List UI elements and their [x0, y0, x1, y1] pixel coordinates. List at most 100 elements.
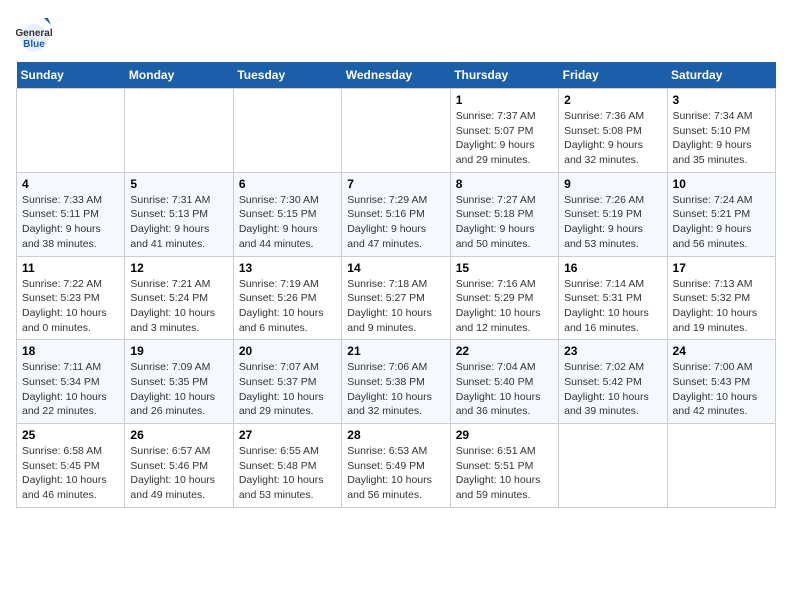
calendar-cell: 1 Sunrise: 7:37 AM Sunset: 5:07 PM Daylig…: [450, 89, 558, 173]
calendar-cell: 14Sunrise: 7:18 AM Sunset: 5:27 PM Dayli…: [342, 256, 450, 340]
day-number: 15: [456, 261, 553, 275]
day-info: Sunrise: 7:19 AM Sunset: 5:26 PM Dayligh…: [239, 277, 336, 336]
day-info: Sunrise: 7:36 AM Sunset: 5:08 PM Dayligh…: [564, 109, 661, 168]
day-info: Sunrise: 7:07 AM Sunset: 5:37 PM Dayligh…: [239, 360, 336, 419]
calendar-cell: 7 Sunrise: 7:29 AM Sunset: 5:16 PM Daylig…: [342, 172, 450, 256]
calendar-cell: [667, 424, 775, 508]
day-number: 24: [673, 344, 770, 358]
day-info: Sunrise: 6:57 AM Sunset: 5:46 PM Dayligh…: [130, 444, 227, 503]
calendar-cell: 21Sunrise: 7:06 AM Sunset: 5:38 PM Dayli…: [342, 340, 450, 424]
calendar-cell: 22 Sunrise: 7:04 AM Sunset: 5:40 PM Dayli…: [450, 340, 558, 424]
day-number: 5: [130, 177, 227, 191]
day-number: 18: [22, 344, 119, 358]
day-number: 23: [564, 344, 661, 358]
day-number: 19: [130, 344, 227, 358]
calendar-cell: 18 Sunrise: 7:11 AM Sunset: 5:34 PM Dayli…: [17, 340, 125, 424]
col-header-wednesday: Wednesday: [342, 62, 450, 89]
calendar-cell: 23 Sunrise: 7:02 AM Sunset: 5:42 PM Dayli…: [559, 340, 667, 424]
day-info: Sunrise: 7:14 AM Sunset: 5:31 PM Dayligh…: [564, 277, 661, 336]
calendar-cell: 2 Sunrise: 7:36 AM Sunset: 5:08 PM Daylig…: [559, 89, 667, 173]
calendar-cell: 27Sunrise: 6:55 AM Sunset: 5:48 PM Dayli…: [233, 424, 341, 508]
day-number: 25: [22, 428, 119, 442]
day-number: 2: [564, 93, 661, 107]
day-number: 28: [347, 428, 444, 442]
day-info: Sunrise: 7:31 AM Sunset: 5:13 PM Dayligh…: [130, 193, 227, 252]
day-number: 8: [456, 177, 553, 191]
col-header-friday: Friday: [559, 62, 667, 89]
calendar-cell: 13 Sunrise: 7:19 AM Sunset: 5:26 PM Dayli…: [233, 256, 341, 340]
calendar-week-2: 4 Sunrise: 7:33 AM Sunset: 5:11 PM Daylig…: [17, 172, 776, 256]
day-number: 29: [456, 428, 553, 442]
day-info: Sunrise: 7:27 AM Sunset: 5:18 PM Dayligh…: [456, 193, 553, 252]
day-number: 11: [22, 261, 119, 275]
day-number: 22: [456, 344, 553, 358]
day-info: Sunrise: 7:09 AM Sunset: 5:35 PM Dayligh…: [130, 360, 227, 419]
calendar-cell: 15Sunrise: 7:16 AM Sunset: 5:29 PM Dayli…: [450, 256, 558, 340]
day-info: Sunrise: 7:00 AM Sunset: 5:43 PM Dayligh…: [673, 360, 770, 419]
day-info: Sunrise: 7:24 AM Sunset: 5:21 PM Dayligh…: [673, 193, 770, 252]
calendar-cell: 3 Sunrise: 7:34 AM Sunset: 5:10 PM Daylig…: [667, 89, 775, 173]
day-info: Sunrise: 7:37 AM Sunset: 5:07 PM Dayligh…: [456, 109, 553, 168]
calendar-cell: 6 Sunrise: 7:30 AM Sunset: 5:15 PM Daylig…: [233, 172, 341, 256]
col-header-saturday: Saturday: [667, 62, 775, 89]
day-info: Sunrise: 7:04 AM Sunset: 5:40 PM Dayligh…: [456, 360, 553, 419]
calendar-cell: [342, 89, 450, 173]
day-info: Sunrise: 6:53 AM Sunset: 5:49 PM Dayligh…: [347, 444, 444, 503]
day-number: 26: [130, 428, 227, 442]
day-info: Sunrise: 7:22 AM Sunset: 5:23 PM Dayligh…: [22, 277, 119, 336]
day-info: Sunrise: 7:02 AM Sunset: 5:42 PM Dayligh…: [564, 360, 661, 419]
calendar-cell: 4 Sunrise: 7:33 AM Sunset: 5:11 PM Daylig…: [17, 172, 125, 256]
calendar-cell: 16 Sunrise: 7:14 AM Sunset: 5:31 PM Dayli…: [559, 256, 667, 340]
day-info: Sunrise: 7:26 AM Sunset: 5:19 PM Dayligh…: [564, 193, 661, 252]
day-number: 6: [239, 177, 336, 191]
day-number: 10: [673, 177, 770, 191]
logo-container: General Blue: [16, 16, 52, 52]
col-header-thursday: Thursday: [450, 62, 558, 89]
calendar-week-5: 25 Sunrise: 6:58 AM Sunset: 5:45 PM Dayli…: [17, 424, 776, 508]
day-info: Sunrise: 7:06 AM Sunset: 5:38 PM Dayligh…: [347, 360, 444, 419]
calendar-cell: 10 Sunrise: 7:24 AM Sunset: 5:21 PM Dayli…: [667, 172, 775, 256]
calendar-cell: 8 Sunrise: 7:27 AM Sunset: 5:18 PM Daylig…: [450, 172, 558, 256]
calendar-cell: 26 Sunrise: 6:57 AM Sunset: 5:46 PM Dayli…: [125, 424, 233, 508]
day-number: 16: [564, 261, 661, 275]
day-number: 3: [673, 93, 770, 107]
day-number: 20: [239, 344, 336, 358]
day-info: Sunrise: 6:55 AM Sunset: 5:48 PM Dayligh…: [239, 444, 336, 503]
svg-text:General: General: [16, 28, 52, 39]
calendar-cell: 25 Sunrise: 6:58 AM Sunset: 5:45 PM Dayli…: [17, 424, 125, 508]
calendar-header-row: SundayMondayTuesdayWednesdayThursdayFrid…: [17, 62, 776, 89]
col-header-monday: Monday: [125, 62, 233, 89]
calendar-cell: [125, 89, 233, 173]
day-number: 9: [564, 177, 661, 191]
day-number: 13: [239, 261, 336, 275]
day-number: 12: [130, 261, 227, 275]
day-info: Sunrise: 6:58 AM Sunset: 5:45 PM Dayligh…: [22, 444, 119, 503]
day-number: 7: [347, 177, 444, 191]
calendar-cell: 9 Sunrise: 7:26 AM Sunset: 5:19 PM Daylig…: [559, 172, 667, 256]
calendar-cell: [17, 89, 125, 173]
calendar-cell: 5 Sunrise: 7:31 AM Sunset: 5:13 PM Daylig…: [125, 172, 233, 256]
svg-text:Blue: Blue: [23, 39, 45, 50]
calendar-cell: [559, 424, 667, 508]
day-number: 4: [22, 177, 119, 191]
calendar-cell: 12 Sunrise: 7:21 AM Sunset: 5:24 PM Dayli…: [125, 256, 233, 340]
day-info: Sunrise: 7:18 AM Sunset: 5:27 PM Dayligh…: [347, 277, 444, 336]
calendar-cell: 17Sunrise: 7:13 AM Sunset: 5:32 PM Dayli…: [667, 256, 775, 340]
day-info: Sunrise: 7:29 AM Sunset: 5:16 PM Dayligh…: [347, 193, 444, 252]
col-header-tuesday: Tuesday: [233, 62, 341, 89]
logo: General Blue: [16, 16, 52, 52]
calendar-cell: 19 Sunrise: 7:09 AM Sunset: 5:35 PM Dayli…: [125, 340, 233, 424]
day-info: Sunrise: 7:11 AM Sunset: 5:34 PM Dayligh…: [22, 360, 119, 419]
calendar-cell: 28 Sunrise: 6:53 AM Sunset: 5:49 PM Dayli…: [342, 424, 450, 508]
day-info: Sunrise: 7:21 AM Sunset: 5:24 PM Dayligh…: [130, 277, 227, 336]
calendar-cell: 29 Sunrise: 6:51 AM Sunset: 5:51 PM Dayli…: [450, 424, 558, 508]
calendar-cell: 11 Sunrise: 7:22 AM Sunset: 5:23 PM Dayli…: [17, 256, 125, 340]
calendar-week-4: 18 Sunrise: 7:11 AM Sunset: 5:34 PM Dayli…: [17, 340, 776, 424]
day-info: Sunrise: 7:34 AM Sunset: 5:10 PM Dayligh…: [673, 109, 770, 168]
day-number: 1: [456, 93, 553, 107]
col-header-sunday: Sunday: [17, 62, 125, 89]
day-info: Sunrise: 7:33 AM Sunset: 5:11 PM Dayligh…: [22, 193, 119, 252]
day-info: Sunrise: 7:30 AM Sunset: 5:15 PM Dayligh…: [239, 193, 336, 252]
logo-svg: General Blue: [16, 16, 52, 52]
day-info: Sunrise: 6:51 AM Sunset: 5:51 PM Dayligh…: [456, 444, 553, 503]
